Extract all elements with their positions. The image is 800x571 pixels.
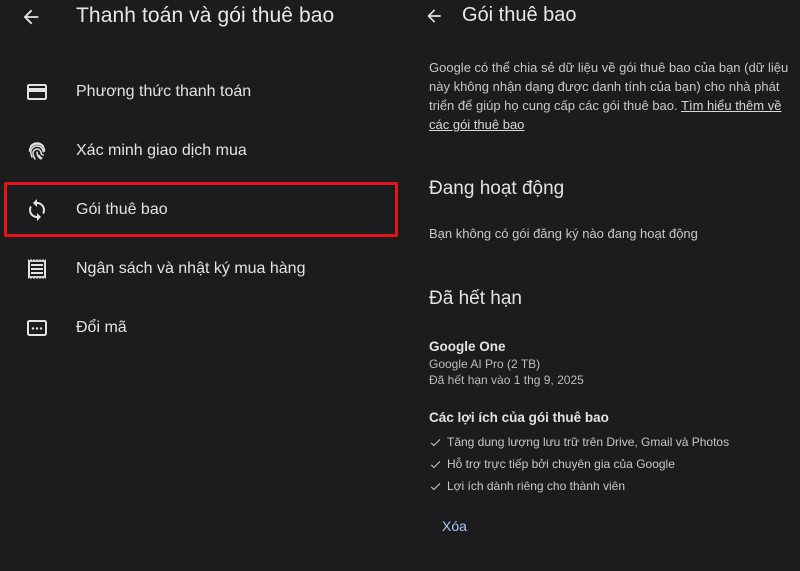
receipt-icon: [25, 257, 49, 281]
benefit-text: Tăng dung lượng lưu trữ trên Drive, Gmai…: [447, 435, 730, 449]
back-button[interactable]: [422, 4, 446, 28]
check-icon: [428, 435, 442, 449]
menu-item-purchase-verification[interactable]: Xác minh giao dịch mua: [0, 127, 412, 175]
menu-item-label: Gói thuê bao: [76, 201, 168, 218]
active-empty-text: Bạn không có gói đăng ký nào đang hoạt đ…: [429, 226, 698, 241]
menu-item-label: Xác minh giao dịch mua: [76, 142, 247, 159]
back-button[interactable]: [18, 4, 44, 30]
subscription-plan: Google AI Pro (2 TB): [429, 357, 541, 371]
arrow-back-icon: [23, 9, 39, 25]
delete-button[interactable]: Xóa: [442, 518, 467, 534]
benefit-text: Hỗ trợ trực tiếp bởi chuyên gia của Goog…: [447, 457, 675, 471]
expired-heading: Đã hết hạn: [429, 288, 522, 309]
benefit-text: Lợi ích dành riêng cho thành viên: [447, 479, 625, 493]
benefit-item: Lợi ích dành riêng cho thành viên: [428, 477, 625, 495]
benefit-item: Tăng dung lượng lưu trữ trên Drive, Gmai…: [428, 433, 729, 451]
billing-subscriptions-panel: Thanh toán và gói thuê bao Phương thức t…: [0, 0, 412, 571]
menu-item-payment-methods[interactable]: Phương thức thanh toán: [0, 68, 412, 116]
menu-item-label: Phương thức thanh toán: [76, 83, 252, 100]
fingerprint-icon: [25, 139, 49, 163]
subscription-name: Google One: [429, 339, 506, 354]
benefit-item: Hỗ trợ trực tiếp bởi chuyên gia của Goog…: [428, 455, 675, 473]
subscription-expired-date: Đã hết hạn vào 1 thg 9, 2025: [429, 373, 584, 387]
menu-item-label: Ngân sách và nhật ký mua hàng: [76, 260, 306, 277]
intro-paragraph: Google có thể chia sẻ dữ liệu về gói thu…: [429, 58, 793, 134]
menu-item-subscriptions[interactable]: Gói thuê bao: [0, 186, 412, 234]
check-icon: [428, 457, 442, 471]
screen: Thanh toán và gói thuê bao Phương thức t…: [0, 0, 800, 571]
menu-item-budget-history[interactable]: Ngân sách và nhật ký mua hàng: [0, 245, 412, 293]
subscriptions-panel: Gói thuê bao Google có thể chia sẻ dữ li…: [412, 0, 800, 571]
menu-item-label: Đổi mã: [76, 319, 127, 336]
redeem-code-icon: [25, 316, 49, 340]
sync-icon: [25, 198, 49, 222]
arrow-back-icon: [427, 9, 441, 23]
page-title: Thanh toán và gói thuê bao: [76, 4, 335, 27]
menu-item-redeem-code[interactable]: Đổi mã: [0, 304, 412, 352]
credit-card-icon: [25, 80, 49, 104]
check-icon: [428, 479, 442, 493]
active-heading: Đang hoạt động: [429, 178, 565, 199]
page-title: Gói thuê bao: [462, 4, 577, 26]
benefits-heading: Các lợi ích của gói thuê bao: [429, 410, 609, 425]
